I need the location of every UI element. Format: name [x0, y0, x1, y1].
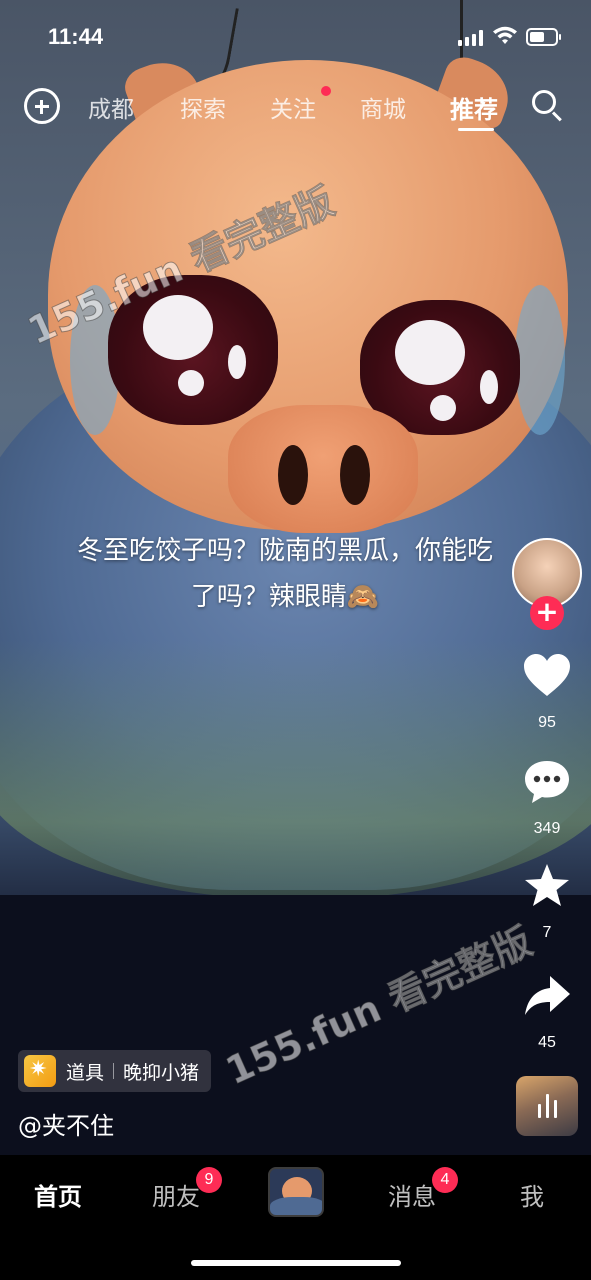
author-username[interactable]: @夹不住: [18, 1106, 114, 1141]
friends-badge: 9: [196, 1167, 222, 1193]
favorite-button[interactable]: 7: [516, 862, 578, 942]
share-button[interactable]: 45: [516, 972, 578, 1052]
like-count: 95: [538, 714, 556, 731]
music-disc[interactable]: [516, 1076, 578, 1136]
like-button[interactable]: 95: [516, 652, 578, 732]
comment-button[interactable]: 349: [516, 758, 578, 838]
sparkle-icon: [24, 1055, 56, 1087]
comment-bubble-icon: [525, 761, 569, 803]
caption-line-2: 了吗？辣眼睛🙈: [190, 582, 380, 612]
top-nav: 成都 探索 关注 商城 推荐: [0, 80, 591, 136]
status-bar: 11:44: [0, 0, 591, 70]
share-count: 45: [538, 1034, 556, 1051]
following-notification-dot: [321, 86, 331, 96]
messages-badge: 4: [432, 1167, 458, 1193]
nav-friends[interactable]: 朋友: [152, 1177, 200, 1212]
prop-chip[interactable]: 道具 晚抑小猪: [18, 1050, 212, 1092]
share-arrow-icon: [525, 976, 570, 1015]
tab-recommend[interactable]: 推荐: [450, 90, 498, 125]
search-icon[interactable]: [532, 90, 562, 122]
battery-icon: [526, 28, 561, 46]
tab-mall[interactable]: 商城: [360, 90, 406, 124]
caption-line-1: 冬至吃饺子吗？陇南的黑瓜，你能吃: [76, 536, 493, 566]
status-time: 11:44: [48, 24, 104, 49]
favorite-count: 7: [542, 924, 552, 941]
bottom-nav: 首页 朋友 9 消息 4 我: [0, 1155, 591, 1280]
prop-name: 晚抑小猪: [123, 1061, 200, 1084]
create-video-button[interactable]: [268, 1167, 324, 1217]
thumbnail-blanket: [270, 1197, 322, 1215]
tear-right: [515, 285, 565, 435]
nav-messages[interactable]: 消息: [388, 1177, 436, 1212]
follow-plus-button[interactable]: +: [530, 596, 564, 630]
blanket-edge-shape: [0, 640, 591, 900]
wifi-icon: [493, 26, 517, 44]
tab-chengdu[interactable]: 成都: [88, 90, 134, 124]
video-caption: 冬至吃饺子吗？陇南的黑瓜，你能吃 了吗？辣眼睛🙈: [20, 528, 550, 620]
tab-explore[interactable]: 探索: [180, 90, 226, 124]
add-circle-icon[interactable]: [24, 88, 60, 124]
nav-home[interactable]: 首页: [34, 1177, 82, 1212]
pig-snout: [228, 405, 418, 533]
star-icon: [525, 864, 569, 906]
active-tab-underline: [458, 128, 494, 131]
cellular-signal-icon: [458, 30, 484, 46]
comment-count: 349: [533, 820, 561, 837]
prop-label: 道具: [66, 1061, 105, 1084]
nav-me[interactable]: 我: [520, 1177, 544, 1212]
heart-icon: [524, 654, 570, 696]
home-indicator[interactable]: [191, 1260, 401, 1266]
audio-bars-icon: [538, 1094, 558, 1118]
tab-following[interactable]: 关注: [270, 90, 316, 124]
prop-divider: [113, 1063, 115, 1079]
